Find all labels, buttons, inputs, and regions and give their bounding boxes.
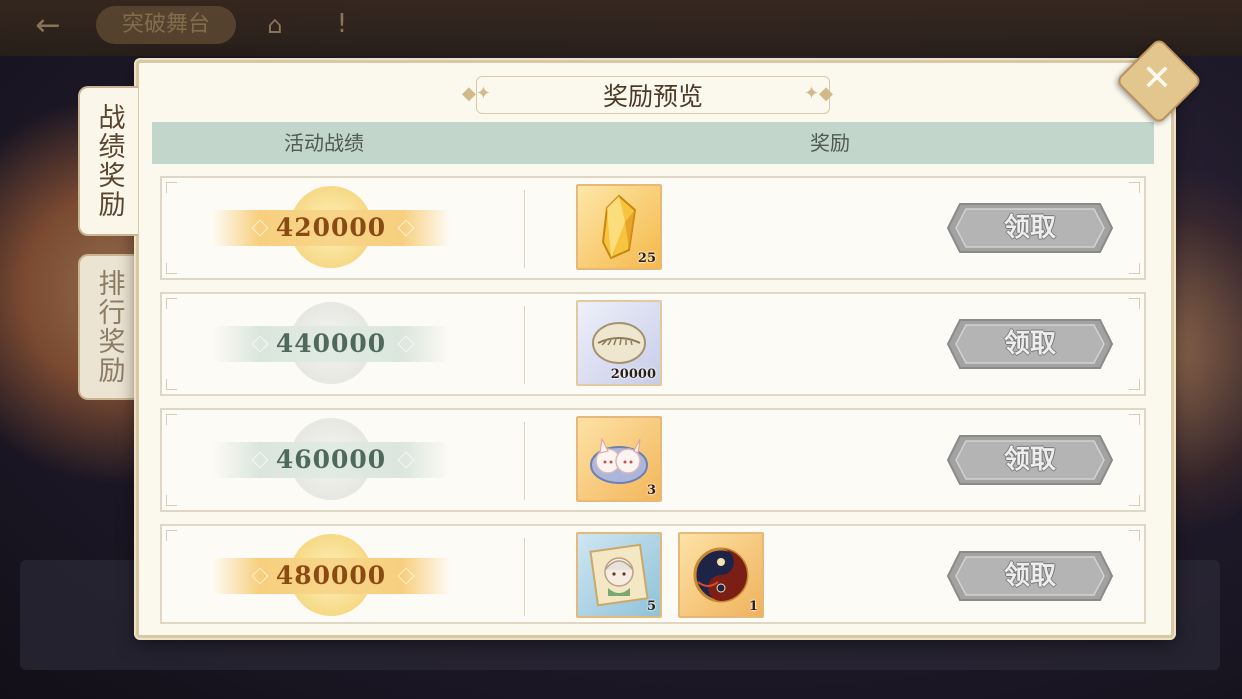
- row-corner-ornament: [1129, 495, 1140, 506]
- reward-item[interactable]: 5: [576, 532, 662, 618]
- column-divider: [524, 422, 525, 500]
- row-corner-ornament: [1129, 298, 1140, 309]
- item-quantity: 20000: [610, 367, 656, 382]
- claim-button[interactable]: 领取: [946, 318, 1114, 370]
- title-ornament-left-icon: ◆✦: [462, 83, 491, 104]
- row-corner-ornament: [166, 182, 177, 193]
- row-corner-ornament: [166, 495, 177, 506]
- header-score: 活动战绩: [284, 131, 364, 155]
- column-divider: [524, 306, 525, 384]
- back-arrow-icon[interactable]: ←: [18, 6, 78, 46]
- row-corner-ornament: [1129, 379, 1140, 390]
- reward-item[interactable]: 3: [576, 416, 662, 502]
- row-corner-ornament: [166, 379, 177, 390]
- item-quantity: 25: [637, 251, 656, 266]
- tab-score-rewards[interactable]: 战绩奖励: [78, 86, 138, 236]
- claim-button[interactable]: 领取: [946, 550, 1114, 602]
- reward-item[interactable]: 25: [576, 184, 662, 270]
- score-threshold: 460000: [275, 445, 387, 474]
- score-threshold: 440000: [275, 329, 387, 358]
- row-corner-ornament: [1129, 182, 1140, 193]
- table-header: 活动战绩 奖励: [152, 122, 1154, 164]
- row-corner-ornament: [166, 263, 177, 274]
- tab-score-rewards-label: 战绩奖励: [93, 103, 125, 219]
- close-icon[interactable]: ✕: [1128, 50, 1186, 108]
- claim-button[interactable]: 领取: [946, 434, 1114, 486]
- item-quantity: 3: [646, 483, 656, 498]
- claim-button-label: 领取: [1003, 561, 1056, 591]
- table-row: 440000 20000 领取: [160, 292, 1146, 396]
- panel-title: 奖励预览: [602, 82, 703, 111]
- claim-button[interactable]: 领取: [946, 202, 1114, 254]
- column-divider: [524, 538, 525, 616]
- item-quantity: 1: [748, 599, 758, 614]
- claim-button-label: 领取: [1003, 213, 1056, 243]
- table-row: 480000 5 1 领取: [160, 524, 1146, 624]
- claim-button-label: 领取: [1003, 445, 1056, 475]
- row-corner-ornament: [166, 530, 177, 541]
- row-corner-ornament: [1129, 414, 1140, 425]
- row-corner-ornament: [1129, 530, 1140, 541]
- tab-ranking-rewards-label: 排行奖励: [93, 269, 125, 385]
- background-title: 突破舞台: [96, 6, 236, 44]
- tab-ranking-rewards[interactable]: 排行奖励: [78, 254, 138, 400]
- table-row: 460000 3 领取: [160, 408, 1146, 512]
- home-icon[interactable]: ⌂: [258, 8, 292, 42]
- title-ornament-right-icon: ✦◆: [804, 83, 833, 104]
- row-corner-ornament: [166, 414, 177, 425]
- warning-icon[interactable]: !: [322, 4, 362, 44]
- claim-button-label: 领取: [1003, 329, 1056, 359]
- row-corner-ornament: [1129, 263, 1140, 274]
- score-threshold: 480000: [275, 561, 387, 590]
- reward-item[interactable]: 1: [678, 532, 764, 618]
- row-corner-ornament: [166, 298, 177, 309]
- column-divider: [524, 190, 525, 268]
- header-reward: 奖励: [810, 131, 850, 155]
- item-quantity: 5: [646, 599, 656, 614]
- reward-item[interactable]: 20000: [576, 300, 662, 386]
- table-row: 420000 25 领取: [160, 176, 1146, 280]
- panel-title-frame: 奖励预览: [476, 76, 830, 114]
- score-threshold: 420000: [275, 213, 387, 242]
